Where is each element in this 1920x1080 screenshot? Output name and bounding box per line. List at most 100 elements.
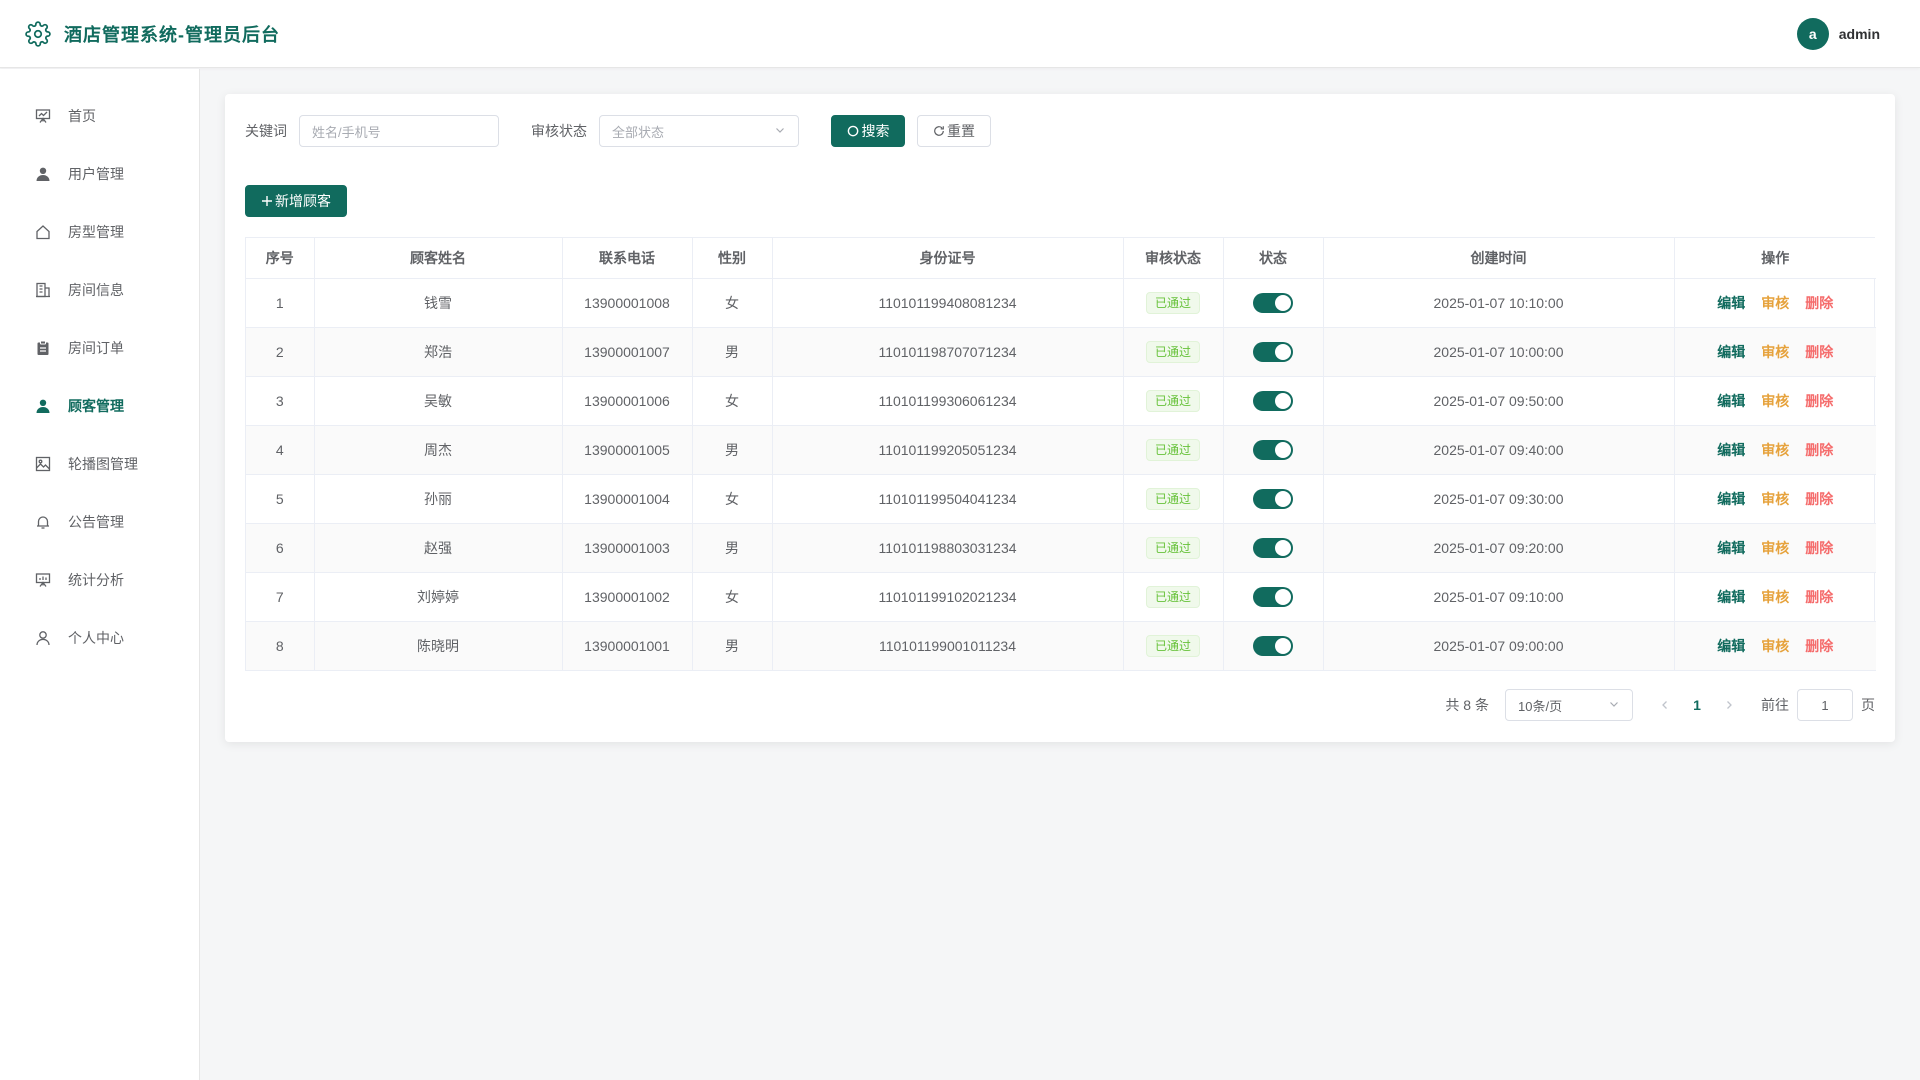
search-button-label: 搜索 xyxy=(861,123,890,139)
sidebar-item-label: 房型管理 xyxy=(68,224,124,240)
audit-button[interactable]: 审核 xyxy=(1761,344,1789,360)
cell-actions: 编辑 审核 删除 xyxy=(1674,523,1876,573)
status-badge: 已通过 xyxy=(1145,340,1200,363)
cell-gender: 男 xyxy=(692,425,773,475)
status-toggle[interactable] xyxy=(1253,586,1293,607)
goto-page-input[interactable]: 1 xyxy=(1797,689,1853,721)
goto-label: 前往 xyxy=(1761,697,1789,713)
status-placeholder: 全部状态 xyxy=(612,124,665,140)
table-row: 3 吴敏 13900001006 女 110101199306061234 已通过 2025… xyxy=(246,376,1876,426)
audit-button[interactable]: 审核 xyxy=(1761,491,1789,507)
page-number-current[interactable]: 1 xyxy=(1681,697,1713,713)
cell-no: 4 xyxy=(246,425,315,475)
cell-no: 8 xyxy=(246,621,315,671)
delete-button[interactable]: 删除 xyxy=(1805,295,1833,311)
sidebar-item-room-types[interactable]: 房型管理 xyxy=(0,203,199,261)
chevron-down-icon xyxy=(774,124,786,139)
delete-button[interactable]: 删除 xyxy=(1805,540,1833,556)
cell-phone: 13900001004 xyxy=(562,474,693,524)
app-title: 酒店管理系统-管理员后台 xyxy=(64,24,280,45)
cell-status xyxy=(1223,621,1324,671)
audit-button[interactable]: 审核 xyxy=(1761,442,1789,458)
delete-button[interactable]: 删除 xyxy=(1805,442,1833,458)
top-header: 酒店管理系统-管理员后台 a admin xyxy=(0,0,1920,68)
audit-button[interactable]: 审核 xyxy=(1761,589,1789,605)
cell-audit-status: 已通过 xyxy=(1123,474,1224,524)
sidebar-item-users[interactable]: 用户管理 xyxy=(0,145,199,203)
user-menu[interactable]: a admin xyxy=(1796,18,1880,50)
status-toggle[interactable] xyxy=(1253,292,1293,313)
keyword-input[interactable]: 姓名/手机号 xyxy=(299,115,499,147)
sidebar-item-rooms[interactable]: 房间信息 xyxy=(0,261,199,319)
sidebar-item-profile[interactable]: 个人中心 xyxy=(0,609,199,667)
sidebar-item-orders[interactable]: 房间订单 xyxy=(0,319,199,377)
cell-created: 2025-01-07 09:00:00 xyxy=(1323,621,1675,671)
status-toggle[interactable] xyxy=(1253,488,1293,509)
sidebar: 首页 用户管理 房型管理 房间信息 房间订单 顾客管理 轮播图管理 公告管理 统… xyxy=(0,69,200,1080)
house-icon xyxy=(34,223,52,241)
delete-button[interactable]: 删除 xyxy=(1805,491,1833,507)
search-button[interactable]: 搜索 xyxy=(831,115,905,147)
cell-created: 2025-01-07 09:20:00 xyxy=(1323,523,1675,573)
audit-button[interactable]: 审核 xyxy=(1761,638,1789,654)
delete-button[interactable]: 删除 xyxy=(1805,344,1833,360)
edit-button[interactable]: 编辑 xyxy=(1717,491,1745,507)
picture-icon xyxy=(34,455,52,473)
status-badge: 已通过 xyxy=(1145,438,1200,461)
sidebar-item-label: 公告管理 xyxy=(68,514,124,530)
reset-button[interactable]: 重置 xyxy=(917,115,991,147)
user-icon xyxy=(34,397,52,415)
cell-no: 6 xyxy=(246,523,315,573)
cell-gender: 男 xyxy=(692,327,773,377)
table-row: 4 周杰 13900001005 男 110101199205051234 已通过 2025… xyxy=(246,425,1876,475)
col-header-actions: 操作 xyxy=(1674,238,1876,279)
username[interactable]: admin xyxy=(1839,26,1880,42)
edit-button[interactable]: 编辑 xyxy=(1717,393,1745,409)
status-badge: 已通过 xyxy=(1145,536,1200,559)
sidebar-item-statistics[interactable]: 统计分析 xyxy=(0,551,199,609)
cell-audit-status: 已通过 xyxy=(1123,572,1224,622)
status-badge: 已通过 xyxy=(1145,634,1200,657)
status-select[interactable]: 全部状态 xyxy=(599,115,799,147)
delete-button[interactable]: 删除 xyxy=(1805,638,1833,654)
sidebar-item-home[interactable]: 首页 xyxy=(0,87,199,145)
sidebar-item-carousel[interactable]: 轮播图管理 xyxy=(0,435,199,493)
edit-button[interactable]: 编辑 xyxy=(1717,344,1745,360)
cell-audit-status: 已通过 xyxy=(1123,523,1224,573)
goto-page-value: 1 xyxy=(1821,697,1829,713)
cell-phone: 13900001008 xyxy=(562,278,693,328)
cell-no: 3 xyxy=(246,376,315,426)
edit-button[interactable]: 编辑 xyxy=(1717,540,1745,556)
page-size-select[interactable]: 10条/页 xyxy=(1505,689,1633,721)
chart-board-icon xyxy=(34,571,52,589)
cell-id-card: 110101199408081234 xyxy=(772,278,1124,328)
bell-icon xyxy=(34,513,52,531)
sidebar-item-notices[interactable]: 公告管理 xyxy=(0,493,199,551)
audit-button[interactable]: 审核 xyxy=(1761,540,1789,556)
edit-button[interactable]: 编辑 xyxy=(1717,589,1745,605)
edit-button[interactable]: 编辑 xyxy=(1717,638,1745,654)
cell-gender: 女 xyxy=(692,278,773,328)
edit-button[interactable]: 编辑 xyxy=(1717,442,1745,458)
audit-button[interactable]: 审核 xyxy=(1761,393,1789,409)
sidebar-item-label: 首页 xyxy=(68,108,96,124)
add-customer-button[interactable]: 新增顾客 xyxy=(245,185,347,217)
avatar[interactable]: a xyxy=(1796,18,1829,50)
status-toggle[interactable] xyxy=(1253,341,1293,362)
delete-button[interactable]: 删除 xyxy=(1805,589,1833,605)
chevron-left-icon[interactable] xyxy=(1649,697,1681,713)
cell-actions: 编辑 审核 删除 xyxy=(1674,278,1876,328)
status-toggle[interactable] xyxy=(1253,635,1293,656)
status-toggle[interactable] xyxy=(1253,439,1293,460)
edit-button[interactable]: 编辑 xyxy=(1717,295,1745,311)
delete-button[interactable]: 删除 xyxy=(1805,393,1833,409)
cell-id-card: 110101198707071234 xyxy=(772,327,1124,377)
cell-status xyxy=(1223,327,1324,377)
status-toggle[interactable] xyxy=(1253,390,1293,411)
chevron-right-icon[interactable] xyxy=(1713,697,1745,713)
cell-phone: 13900001001 xyxy=(562,621,693,671)
status-toggle[interactable] xyxy=(1253,537,1293,558)
audit-button[interactable]: 审核 xyxy=(1761,295,1789,311)
sidebar-item-customers[interactable]: 顾客管理 xyxy=(0,377,199,435)
col-header-name: 顾客姓名 xyxy=(314,238,563,279)
